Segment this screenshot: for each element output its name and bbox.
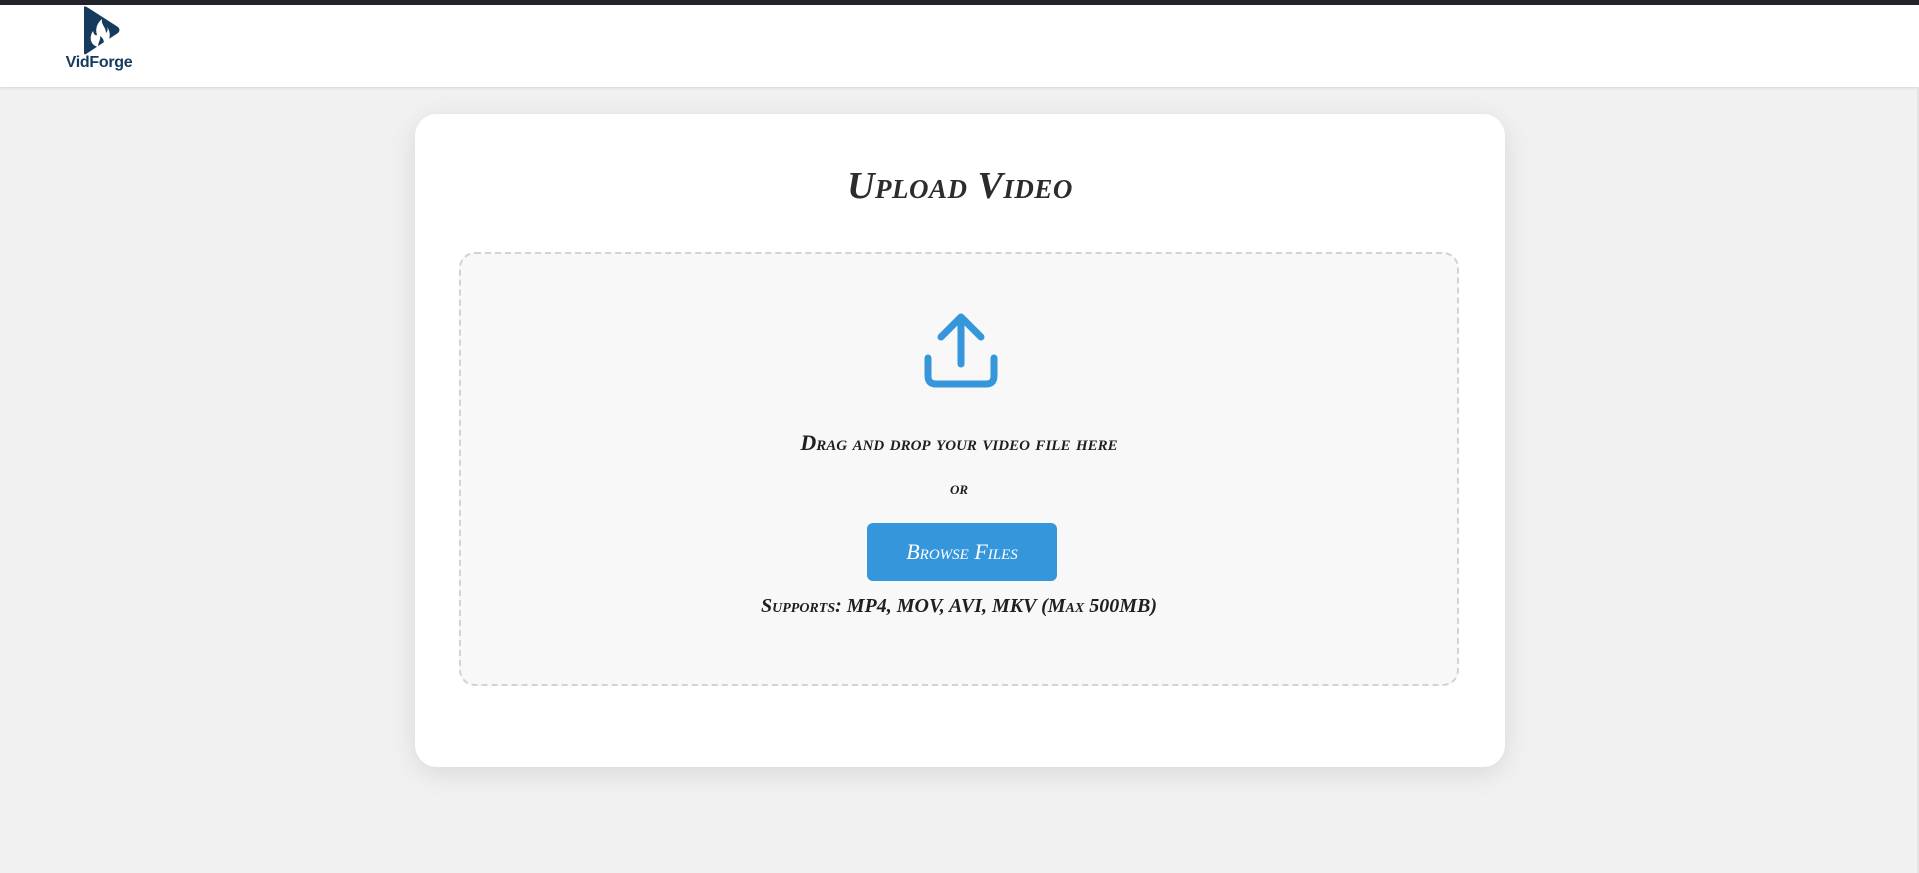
site-header: VidForge	[0, 5, 1919, 87]
or-separator: or	[949, 478, 969, 498]
upload-icon	[924, 313, 998, 388]
browse-files-button[interactable]: Browse Files	[867, 523, 1057, 581]
page-title: Upload Video	[847, 165, 1073, 207]
brand-logo[interactable]: VidForge	[61, 5, 137, 75]
drag-drop-instructions: Drag and drop your video file here	[800, 430, 1118, 455]
supported-formats-note: Supports: MP4, MOV, AVI, MKV (Max 500MB)	[760, 595, 1157, 617]
upload-card: Upload Video Drag and drop your video fi…	[415, 114, 1505, 767]
brand-name: VidForge	[65, 54, 133, 71]
drop-zone[interactable]: Drag and drop your video file here or Br…	[459, 252, 1459, 686]
flame-play-logo-icon	[84, 6, 120, 55]
